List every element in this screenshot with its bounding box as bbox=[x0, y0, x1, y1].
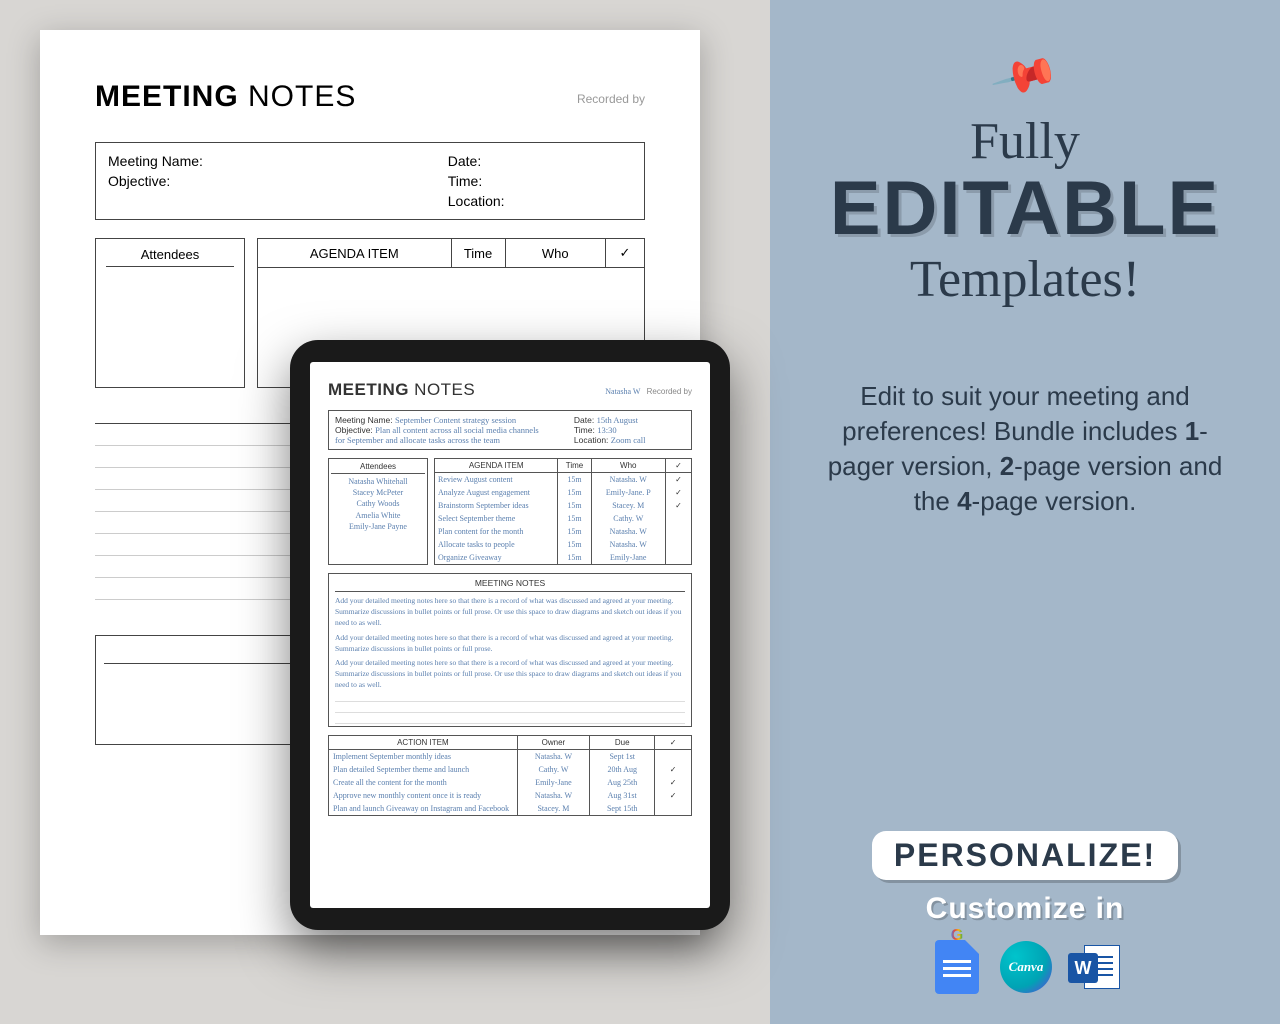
action-row: Implement September monthly ideasNatasha… bbox=[329, 750, 691, 764]
agenda-who-header: Who bbox=[505, 239, 605, 268]
ms-word-icon: W bbox=[1068, 941, 1120, 993]
customize-label: Customize in bbox=[926, 892, 1125, 926]
promo-panel: 📌 Fully EDITABLE Templates! Edit to suit… bbox=[770, 0, 1280, 1024]
location-label: Location: bbox=[448, 191, 632, 211]
tablet-meta: Meeting Name: September Content strategy… bbox=[328, 410, 692, 450]
mockup-area: MEETING NOTES Recorded by Meeting Name: … bbox=[0, 0, 770, 1024]
attendees-box: Attendees bbox=[95, 238, 245, 388]
agenda-row: Analyze August engagement15mEmily-Jane. … bbox=[435, 486, 691, 499]
tablet-actions: ACTION ITEM Owner Due ✓ Implement Septem… bbox=[328, 735, 692, 816]
headline-line3: Templates! bbox=[830, 250, 1220, 309]
headline-line2: EDITABLE bbox=[830, 165, 1220, 252]
page-title: MEETING NOTES bbox=[95, 80, 645, 114]
attendees-header: Attendees bbox=[106, 247, 234, 267]
action-row: Create all the content for the monthEmil… bbox=[329, 776, 691, 789]
agenda-row: Organize Giveaway15mEmily-Jane bbox=[435, 551, 691, 564]
tablet-recorded-by: Natasha W Recorded by bbox=[605, 387, 692, 396]
recorded-by-label: Recorded by bbox=[577, 92, 645, 106]
meeting-name-label: Meeting Name: bbox=[108, 151, 424, 171]
agenda-row: Review August content15mNatasha. W✓ bbox=[435, 473, 691, 487]
agenda-row: Select September theme15mCathy. W bbox=[435, 512, 691, 525]
title-bold: MEETING bbox=[95, 80, 239, 113]
agenda-header: AGENDA ITEM bbox=[258, 239, 451, 268]
action-row: Approve new monthly content once it is r… bbox=[329, 789, 691, 802]
headline-line1: Fully bbox=[830, 112, 1220, 171]
meta-box: Meeting Name: Objective: Date: Time: Loc… bbox=[95, 142, 645, 220]
tablet-screen: MEETING NOTES Natasha W Recorded by Meet… bbox=[310, 362, 710, 908]
personalize-badge: PERSONALIZE! bbox=[872, 831, 1178, 880]
agenda-row: Allocate tasks to people15mNatasha. W bbox=[435, 538, 691, 551]
tablet-mockup: MEETING NOTES Natasha W Recorded by Meet… bbox=[290, 340, 730, 930]
tablet-agenda: AGENDA ITEM Time Who ✓ Review August con… bbox=[434, 458, 692, 565]
pushpin-icon: 📌 bbox=[988, 40, 1061, 112]
agenda-row: Plan content for the month15mNatasha. W bbox=[435, 525, 691, 538]
tablet-notes: MEETING NOTES Add your detailed meeting … bbox=[328, 573, 692, 727]
canva-icon: Canva bbox=[1000, 941, 1052, 993]
action-row: Plan detailed September theme and launch… bbox=[329, 763, 691, 776]
agenda-row: Brainstorm September ideas15mStacey. M✓ bbox=[435, 499, 691, 512]
agenda-time-header: Time bbox=[451, 239, 505, 268]
date-label: Date: bbox=[448, 151, 632, 171]
description: Edit to suit your meeting and preference… bbox=[820, 379, 1230, 519]
app-icons: G Canva W bbox=[930, 940, 1120, 994]
time-label: Time: bbox=[448, 171, 632, 191]
tablet-attendees: Attendees Natasha Whitehall Stacey McPet… bbox=[328, 458, 428, 565]
objective-label: Objective: bbox=[108, 171, 424, 191]
action-row: Plan and launch Giveaway on Instagram an… bbox=[329, 802, 691, 815]
headline: Fully EDITABLE Templates! bbox=[830, 112, 1220, 309]
google-docs-icon: G bbox=[930, 940, 984, 994]
title-thin: NOTES bbox=[239, 80, 357, 113]
agenda-check-header: ✓ bbox=[605, 239, 644, 268]
